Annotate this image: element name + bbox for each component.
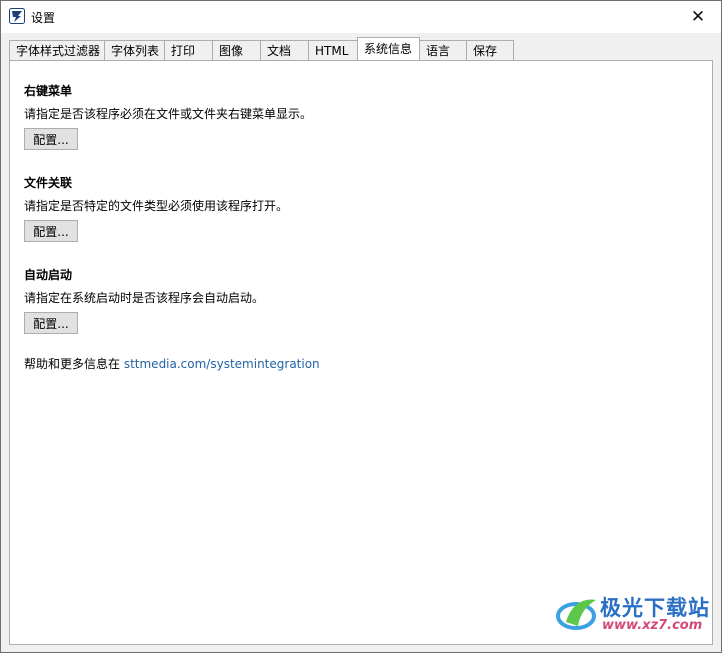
title-bar: 设置 ✕	[1, 1, 721, 33]
autostart-configure-button[interactable]: 配置...	[24, 312, 78, 334]
watermark-logo-icon	[556, 599, 596, 630]
help-link[interactable]: sttmedia.com/systemintegration	[124, 357, 320, 371]
close-button[interactable]: ✕	[675, 1, 721, 32]
tab-language[interactable]: 语言	[419, 40, 467, 60]
tab-print[interactable]: 打印	[164, 40, 213, 60]
tab-html[interactable]: HTML	[308, 40, 358, 60]
tab-bar: 字体样式过滤器 字体列表 打印 图像 文档 HTML 系统信息 语言 保存	[9, 37, 514, 61]
file-association-description: 请指定是否特定的文件类型必须使用该程序打开。	[24, 199, 289, 213]
tab-save[interactable]: 保存	[466, 40, 514, 60]
tab-image[interactable]: 图像	[212, 40, 261, 60]
tab-document[interactable]: 文档	[260, 40, 309, 60]
watermark: 极光下载站 www.xz7.com	[556, 592, 709, 636]
help-info-line: 帮助和更多信息在 sttmedia.com/systemintegration	[24, 355, 320, 372]
close-icon: ✕	[690, 6, 706, 27]
window-title: 设置	[31, 11, 56, 25]
watermark-url: www.xz7.com	[602, 618, 703, 633]
file-association-title: 文件关联	[24, 176, 73, 190]
help-prefix: 帮助和更多信息在	[24, 357, 124, 371]
context-menu-configure-button[interactable]: 配置...	[24, 128, 78, 150]
file-association-configure-button[interactable]: 配置...	[24, 220, 78, 242]
context-menu-title: 右键菜单	[24, 84, 73, 98]
settings-window: 设置 ✕ 字体样式过滤器 字体列表 打印 图像 文档 HTML 系统信息 语言 …	[0, 0, 722, 653]
system-info-panel: 右键菜单 请指定是否该程序必须在文件或文件夹右键菜单显示。 配置... 文件关联…	[9, 60, 713, 645]
tab-font-list[interactable]: 字体列表	[104, 40, 165, 60]
context-menu-description: 请指定是否该程序必须在文件或文件夹右键菜单显示。	[24, 107, 313, 121]
tab-system-info[interactable]: 系统信息	[357, 37, 420, 60]
autostart-description: 请指定在系统启动时是否该程序会自动启动。	[24, 291, 265, 305]
autostart-title: 自动启动	[24, 268, 73, 282]
app-logo-icon	[9, 8, 25, 24]
tab-font-style-filter[interactable]: 字体样式过滤器	[9, 40, 105, 60]
